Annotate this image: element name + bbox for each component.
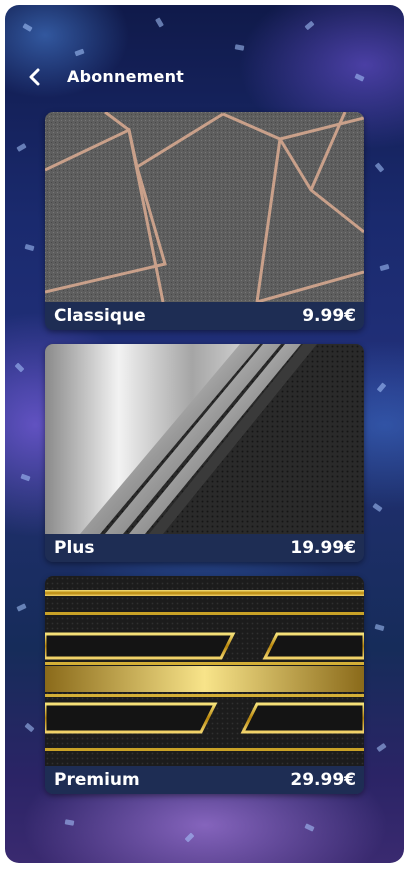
grey-marble-texture-image <box>45 112 364 302</box>
black-gold-texture-image <box>45 576 364 766</box>
plan-name: Classique <box>54 306 146 326</box>
chevron-left-icon <box>27 68 43 90</box>
plan-card-classique[interactable]: Classique 9.99€ <box>45 112 364 330</box>
back-button[interactable] <box>19 63 51 95</box>
plan-price: 19.99€ <box>290 538 356 558</box>
page-title: Abonnement <box>67 67 185 86</box>
silver-metal-texture-image <box>45 344 364 534</box>
plan-label-bar: Plus 19.99€ <box>45 534 364 562</box>
plan-price: 9.99€ <box>302 306 356 326</box>
plan-price: 29.99€ <box>290 770 356 790</box>
plan-label-bar: Premium 29.99€ <box>45 766 364 794</box>
plan-card-premium[interactable]: Premium 29.99€ <box>45 576 364 794</box>
app-screen: Abonnement Classique 9.99€ Plus 19.99€ P… <box>5 5 404 863</box>
plan-name: Plus <box>54 538 95 558</box>
plan-name: Premium <box>54 770 140 790</box>
header: Abonnement <box>5 61 404 97</box>
plan-card-plus[interactable]: Plus 19.99€ <box>45 344 364 562</box>
plan-label-bar: Classique 9.99€ <box>45 302 364 330</box>
